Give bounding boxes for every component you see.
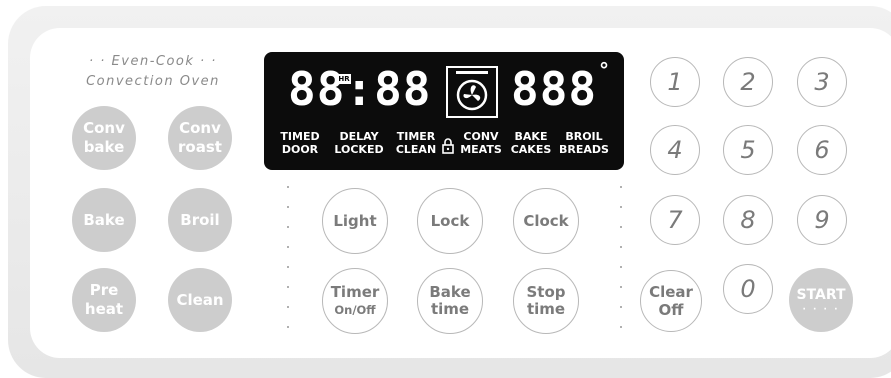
clock-button[interactable]: Clock: [513, 188, 579, 254]
divider-dots-right: [620, 186, 624, 346]
clear-off-button[interactable]: Clear Off: [640, 270, 702, 332]
indicator-label: TIMER: [396, 130, 436, 143]
bake-time-line1: Bake: [429, 283, 471, 301]
key-label: 1: [667, 68, 683, 96]
time-readout: 88:88: [288, 62, 432, 116]
indicator-label: CAKES: [510, 143, 552, 156]
key-4-button[interactable]: 4: [650, 125, 700, 175]
broil-label: Broil: [180, 210, 220, 229]
key-label: 8: [740, 206, 756, 234]
key-0-button[interactable]: 0: [723, 264, 773, 314]
key-6-button[interactable]: 6: [797, 125, 847, 175]
key-label: 7: [667, 206, 683, 234]
key-7-button[interactable]: 7: [650, 195, 700, 245]
indicator-timer-clean: TIMER CLEAN: [392, 130, 440, 156]
key-2-button[interactable]: 2: [723, 57, 773, 107]
clock-label: Clock: [523, 211, 569, 230]
clean-button[interactable]: Clean: [168, 268, 232, 332]
preheat-line1: Pre: [89, 281, 119, 299]
lock-label: Lock: [430, 211, 470, 230]
clear-off-line1: Clear: [649, 283, 693, 301]
timer-on-off-button[interactable]: Timer On/Off: [322, 268, 388, 334]
indicator-label: BAKE: [514, 130, 548, 143]
broil-button[interactable]: Broil: [168, 188, 232, 252]
bake-button[interactable]: Bake: [72, 188, 136, 252]
preheat-line2: heat: [84, 300, 124, 318]
preheat-button[interactable]: Pre heat: [72, 268, 136, 332]
indicator-broil-breads: BROIL BREADS: [556, 130, 612, 156]
key-1-button[interactable]: 1: [650, 57, 700, 107]
conv-bake-button[interactable]: Conv bake: [72, 106, 136, 170]
stop-time-button[interactable]: Stop time: [513, 268, 579, 334]
timer-line1: Timer: [330, 282, 380, 301]
indicator-timed-door: TIMED DOOR: [276, 130, 324, 156]
clean-label: Clean: [176, 290, 224, 309]
oven-fan-icon: [446, 66, 498, 118]
brand-label: · · Even-Cook · · Convection Oven: [68, 52, 238, 92]
conv-roast-button[interactable]: Conv roast: [168, 106, 232, 170]
indicator-label: MEATS: [460, 143, 502, 156]
clear-off-line2: Off: [658, 301, 684, 319]
temperature-readout: 888: [511, 62, 598, 116]
key-label: 9: [814, 206, 830, 234]
indicator-conv-meats: CONV MEATS: [456, 130, 506, 156]
conv-roast-line1: Conv: [179, 119, 221, 137]
lock-icon: [442, 138, 454, 158]
bake-label: Bake: [83, 210, 125, 229]
degree-symbol: °: [598, 58, 612, 82]
key-8-button[interactable]: 8: [723, 195, 773, 245]
conv-bake-line2: bake: [83, 138, 125, 156]
key-9-button[interactable]: 9: [797, 195, 847, 245]
divider-dots-left: [287, 186, 291, 346]
key-label: 5: [740, 136, 756, 164]
indicator-label: DOOR: [281, 143, 319, 156]
key-3-button[interactable]: 3: [797, 57, 847, 107]
key-label: 6: [814, 136, 830, 164]
conv-bake-line1: Conv: [83, 119, 125, 137]
key-label: 2: [740, 68, 756, 96]
indicator-delay-locked: DELAY LOCKED: [328, 130, 390, 156]
light-button[interactable]: Light: [322, 188, 388, 254]
start-button[interactable]: START · · · ·: [789, 268, 853, 332]
brand-line-2: Convection Oven: [86, 74, 220, 89]
start-dots: · · · ·: [802, 305, 840, 315]
indicator-label: BREADS: [559, 143, 609, 156]
indicator-label: TIMED: [280, 130, 320, 143]
conv-roast-line2: roast: [178, 138, 222, 156]
indicator-bake-cakes: BAKE CAKES: [508, 130, 554, 156]
indicator-label: CLEAN: [395, 143, 437, 156]
indicator-label: CONV: [463, 130, 499, 143]
light-label: Light: [333, 211, 377, 230]
bake-time-button[interactable]: Bake time: [417, 268, 483, 334]
stop-time-line1: Stop: [526, 283, 566, 301]
brand-line-1: · · Even-Cook · ·: [89, 54, 217, 69]
indicator-label: LOCKED: [334, 143, 384, 156]
stop-time-line2: time: [526, 300, 566, 318]
key-5-button[interactable]: 5: [723, 125, 773, 175]
hr-badge: HR: [337, 74, 351, 84]
indicator-label: BROIL: [565, 130, 603, 143]
timer-line2: On/Off: [334, 302, 376, 317]
lcd-display: 88:88 HR 888 ° TIMED DOOR DELAY LOCKED T…: [264, 52, 624, 170]
key-label: 4: [667, 136, 683, 164]
key-label: 3: [814, 68, 830, 96]
start-label: START: [796, 287, 846, 303]
bake-time-line2: time: [430, 300, 470, 318]
indicator-label: DELAY: [339, 130, 379, 143]
lock-button[interactable]: Lock: [417, 188, 483, 254]
key-label: 0: [740, 275, 756, 303]
